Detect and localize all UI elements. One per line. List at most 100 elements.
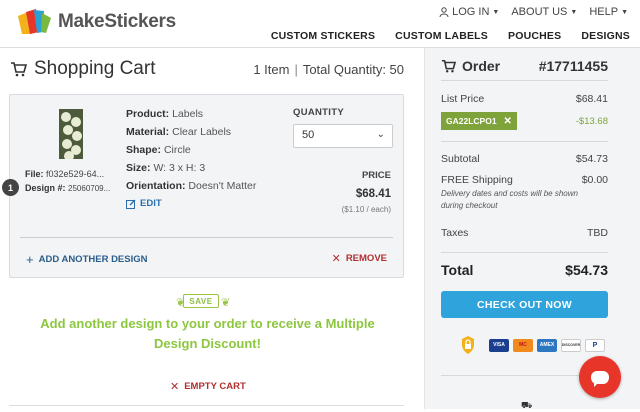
cart-title-text: Shopping Cart [34, 58, 156, 79]
chevron-down-icon: ▼ [570, 8, 578, 16]
chevron-down-icon: ▼ [621, 8, 628, 16]
total-row: Total $54.73 [441, 262, 608, 278]
shape-value: Circle [163, 144, 191, 156]
unit-price: ($1.10 / each) [341, 205, 391, 214]
empty-cart-button[interactable]: ✕ EMPTY CART [170, 380, 246, 393]
add-design-label: ADD ANOTHER DESIGN [38, 254, 148, 265]
product-label: Product: [126, 108, 170, 120]
cart-item: 1 File: f032e529-64... Design #: 2506070… [2, 94, 404, 278]
edit-label: EDIT [140, 198, 162, 209]
list-price-label: List Price [441, 93, 485, 105]
add-another-design-button[interactable]: + ADD ANOTHER DESIGN [26, 252, 148, 267]
shipping-row: FREE Shipping $0.00 [441, 174, 608, 186]
total-value: $54.73 [565, 262, 608, 278]
about-link[interactable]: ABOUT US ▼ [511, 6, 577, 18]
price-label: PRICE [361, 170, 391, 181]
brand-name: MakeStickers [58, 11, 176, 32]
nav-custom-stickers[interactable]: CUSTOM STICKERS [271, 30, 375, 42]
taxes-row: Taxes TBD [441, 227, 608, 239]
remove-label: REMOVE [345, 253, 387, 264]
item-price: $68.41 [355, 188, 391, 200]
product-value: Labels [172, 108, 204, 120]
item-number-badge: 1 [2, 179, 19, 196]
quantity-label: QUANTITY [293, 107, 344, 118]
order-title-text: Order [462, 58, 501, 74]
coupon-discount: -$13.68 [575, 116, 608, 127]
material-label: Material: [126, 126, 170, 138]
remove-coupon-icon[interactable]: ✕ [504, 116, 512, 127]
design-number-label: Design #: [25, 183, 66, 193]
nav-designs[interactable]: DESIGNS [581, 30, 630, 42]
chevron-down-icon: ▼ [492, 8, 500, 16]
taxes-label: Taxes [441, 227, 469, 239]
chevron-down-icon: ⌄ [376, 129, 385, 140]
orientation-value: Doesn't Matter [188, 180, 257, 192]
save-badge: SAVE [183, 294, 219, 308]
item-count: 1 Item [253, 62, 290, 77]
cart-icon [441, 59, 456, 73]
file-value: f032e529-64... [46, 169, 105, 179]
design-number-value: 25060709... [68, 184, 111, 193]
amex-icon: AMEX [537, 338, 557, 352]
card-divider [20, 237, 393, 238]
about-label: ABOUT US [511, 6, 568, 18]
edit-button[interactable]: EDIT [126, 198, 162, 209]
checkout-button[interactable]: CHECK OUT NOW [441, 291, 608, 318]
shape-label: Shape: [126, 144, 162, 156]
paypal-icon: P [585, 338, 605, 352]
subtotal-label: Subtotal [441, 153, 480, 165]
shipping-label: FREE Shipping [441, 174, 513, 186]
visa-icon: VISA [489, 338, 509, 352]
cart-icon [11, 62, 27, 77]
size-label: Size: [126, 162, 151, 174]
login-link[interactable]: LOG IN ▼ [439, 6, 499, 18]
size-value: W: 3 x H: 3 [153, 162, 206, 174]
file-info: File: f032e529-64... Design #: 25060709.… [25, 167, 110, 196]
discover-icon: DISCOVER [561, 338, 581, 352]
close-icon: ✕ [331, 253, 341, 265]
chat-button[interactable] [579, 356, 621, 398]
empty-cart-label: EMPTY CART [184, 381, 246, 392]
cart-summary: 1 Item | Total Quantity: 50 [253, 62, 404, 77]
edit-icon [126, 199, 136, 209]
design-thumbnail[interactable] [59, 109, 83, 159]
taxes-value: TBD [587, 227, 608, 239]
order-summary-panel: Order #17711455 List Price $68.41 GA22LC… [424, 48, 640, 409]
nav-custom-labels[interactable]: CUSTOM LABELS [395, 30, 488, 42]
shipping-truck-icon: ⛟ [521, 400, 533, 410]
mastercard-icon: MC [513, 338, 533, 352]
subtotal-row: Subtotal $54.73 [441, 153, 608, 165]
help-link[interactable]: HELP ▼ [589, 6, 628, 18]
login-label: LOG IN [452, 6, 490, 18]
chat-icon [591, 370, 609, 387]
orientation-label: Orientation: [126, 180, 186, 192]
close-icon: ✕ [170, 381, 180, 393]
shipping-value: $0.00 [581, 174, 608, 186]
top-links: LOG IN ▼ ABOUT US ▼ HELP ▼ [439, 6, 628, 18]
divider [9, 405, 404, 406]
main-nav: CUSTOM STICKERS CUSTOM LABELS POUCHES DE… [271, 30, 630, 42]
divider [441, 252, 608, 253]
nav-pouches[interactable]: POUCHES [508, 30, 561, 42]
plus-icon: + [26, 252, 34, 267]
item-properties: Product: Labels Material: Clear Labels S… [126, 105, 256, 195]
leaf-icon: ❦ [221, 297, 231, 309]
lock-icon [462, 336, 474, 354]
logo[interactable]: MakeStickers [16, 8, 176, 36]
material-value: Clear Labels [172, 126, 232, 138]
quantity-value: 50 [302, 129, 315, 141]
payment-methods: VISA MC AMEX DISCOVER P [461, 336, 605, 354]
list-price-row: List Price $68.41 [441, 93, 608, 105]
shipping-note: Delivery dates and costs will be shown d… [441, 189, 578, 210]
remove-button[interactable]: ✕ REMOVE [332, 252, 387, 265]
divider [441, 141, 608, 142]
file-label: File: [25, 169, 44, 179]
list-price-value: $68.41 [575, 93, 608, 105]
quantity-select[interactable]: 50 ⌄ [293, 124, 393, 148]
order-title: Order [441, 58, 500, 74]
total-label: Total [441, 262, 474, 278]
summary-separator: | [294, 62, 298, 77]
coupon-code: GA22LCPO1 [446, 116, 497, 126]
divider [441, 80, 608, 81]
logo-icon [18, 9, 51, 34]
